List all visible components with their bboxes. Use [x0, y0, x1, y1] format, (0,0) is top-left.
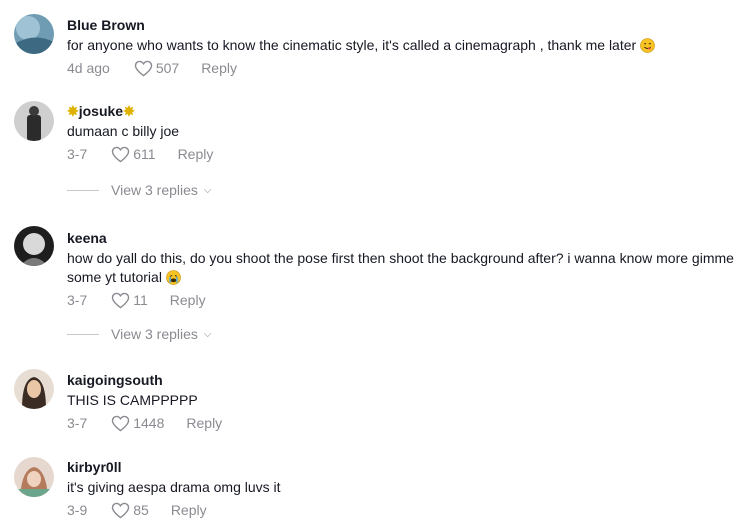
- reply-button[interactable]: Reply: [178, 145, 214, 163]
- avatar[interactable]: [14, 457, 54, 497]
- avatar[interactable]: [14, 369, 54, 409]
- username[interactable]: ✸josuke✸: [67, 102, 740, 120]
- comment-date: 4d ago: [67, 60, 110, 76]
- heart-icon: [111, 146, 130, 162]
- comment-date: 3-7: [67, 415, 88, 431]
- comment-meta: 3-7 1448 Reply: [67, 414, 740, 432]
- reply-button[interactable]: Reply: [171, 501, 207, 519]
- like-count: 611: [133, 146, 156, 162]
- like-button[interactable]: 1448: [111, 414, 164, 432]
- comment-date: 3-7: [67, 146, 88, 162]
- heart-icon: [111, 415, 130, 431]
- heart-icon: [111, 502, 130, 518]
- view-replies-label: View 3 replies: [111, 182, 198, 198]
- like-count: 1448: [133, 415, 165, 431]
- avatar[interactable]: [14, 14, 54, 54]
- heart-icon: [134, 60, 153, 76]
- heart-icon: [111, 292, 130, 308]
- yum-emoji-icon: [640, 38, 655, 53]
- username[interactable]: kirbyr0ll: [67, 458, 740, 476]
- divider: [67, 333, 99, 335]
- comment-body: keena how do yall do this, do you shoot …: [67, 229, 740, 309]
- comment-text: for anyone who wants to know the cinemat…: [67, 36, 740, 55]
- comment-body: kirbyr0ll it's giving aespa drama omg lu…: [67, 458, 740, 519]
- reply-button[interactable]: Reply: [186, 414, 222, 432]
- view-replies-button[interactable]: View 3 replies ⌵: [67, 182, 212, 198]
- avatar[interactable]: [14, 226, 54, 266]
- like-count: 85: [133, 502, 149, 518]
- comment-body: ✸josuke✸ dumaan c billy joe 3-7 611 Repl…: [67, 102, 740, 163]
- crying-emoji-icon: [166, 270, 181, 285]
- chevron-down-icon: ⌵: [203, 328, 212, 340]
- comment-body: Blue Brown for anyone who wants to know …: [67, 16, 740, 77]
- comment-meta: 4d ago 507 Reply: [67, 59, 740, 77]
- divider: [67, 189, 99, 191]
- like-button[interactable]: 85: [111, 501, 149, 519]
- avatar[interactable]: [14, 101, 54, 141]
- comment-meta: 3-7 611 Reply: [67, 145, 740, 163]
- comment-date: 3-9: [67, 502, 88, 518]
- like-button[interactable]: 11: [111, 291, 148, 309]
- comment-text: THIS IS CAMPPPPP: [67, 392, 198, 408]
- reply-button[interactable]: Reply: [170, 291, 206, 309]
- like-button[interactable]: 507: [134, 59, 179, 77]
- username[interactable]: kaigoingsouth: [67, 371, 740, 389]
- chevron-down-icon: ⌵: [203, 184, 212, 196]
- like-button[interactable]: 611: [111, 145, 156, 163]
- comment-meta: 3-9 85 Reply: [67, 501, 740, 519]
- view-replies-label: View 3 replies: [111, 326, 198, 342]
- comment-meta: 3-7 11 Reply: [67, 291, 740, 309]
- comment-date: 3-7: [67, 292, 88, 308]
- comment-text: dumaan c billy joe: [67, 123, 180, 139]
- comment-body: kaigoingsouth THIS IS CAMPPPPP 3-7 1448 …: [67, 371, 740, 432]
- comment-text: it's giving aespa drama omg luvs it: [67, 479, 281, 495]
- username[interactable]: keena: [67, 229, 740, 247]
- like-count: 507: [155, 60, 180, 76]
- comment-text: how do yall do this, do you shoot the po…: [67, 250, 734, 285]
- username[interactable]: Blue Brown: [67, 16, 740, 34]
- view-replies-button[interactable]: View 3 replies ⌵: [67, 326, 212, 342]
- reply-button[interactable]: Reply: [201, 59, 237, 77]
- like-count: 11: [133, 292, 148, 308]
